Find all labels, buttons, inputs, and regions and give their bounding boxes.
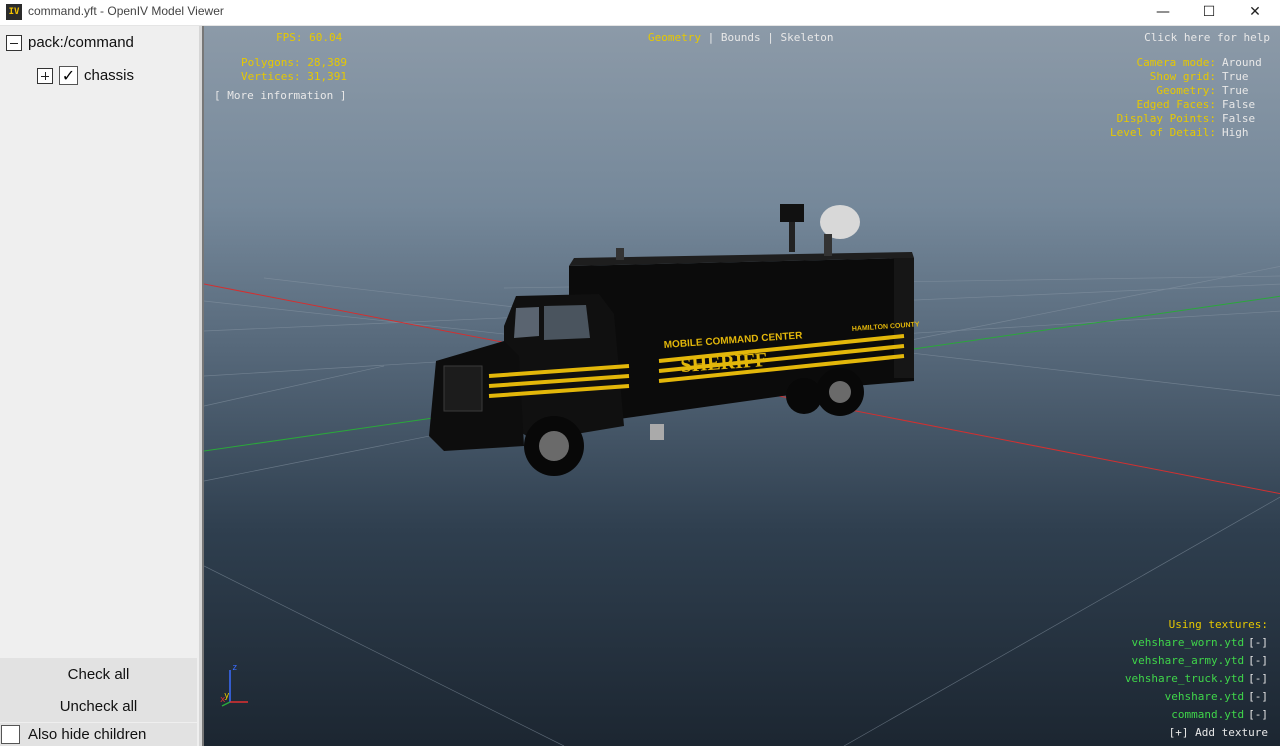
- help-link[interactable]: Click here for help: [1144, 31, 1270, 44]
- remove-texture-button[interactable]: [-]: [1248, 636, 1268, 649]
- openiv-app-icon: IV: [6, 4, 22, 20]
- maximize-button[interactable]: ☐: [1186, 0, 1232, 24]
- option-geometry[interactable]: Geometry: True: [1110, 84, 1260, 98]
- minimize-button[interactable]: —: [1140, 0, 1186, 24]
- polygons-readout: Polygons: 28,389: [241, 56, 347, 69]
- also-hide-children-checkbox[interactable]: [1, 725, 20, 744]
- remove-texture-button[interactable]: [-]: [1248, 654, 1268, 667]
- textures-title: Using textures:: [1168, 618, 1268, 631]
- option-camera-mode[interactable]: Camera mode: Around: [1110, 56, 1262, 70]
- mode-geometry[interactable]: Geometry: [648, 31, 701, 44]
- render-mode-selector: Geometry | Bounds | Skeleton: [648, 31, 834, 44]
- check-all-button[interactable]: Check all: [0, 658, 197, 690]
- also-hide-children-toggle[interactable]: Also hide children: [0, 723, 197, 746]
- axis-gizmo-icon: z y x: [220, 663, 248, 707]
- texture-item[interactable]: vehshare_worn.ytd [-]: [1125, 634, 1268, 652]
- texture-item[interactable]: command.ytd [-]: [1125, 706, 1268, 724]
- 3d-viewport[interactable]: MOBILE COMMAND CENTER SHERIFF HAMILTON C…: [202, 26, 1280, 746]
- fps-readout: FPS: 60.04: [276, 31, 343, 44]
- title-bar: IV command.yft - OpenIV Model Viewer — ☐…: [0, 0, 1280, 26]
- tree-root-node[interactable]: pack:/command: [6, 34, 134, 51]
- window-title: command.yft - OpenIV Model Viewer: [28, 4, 224, 18]
- tree-node-label[interactable]: chassis: [84, 67, 134, 84]
- vertices-readout: Vertices: 31,391: [241, 70, 347, 83]
- option-display-points[interactable]: Display Points: False: [1110, 112, 1260, 126]
- remove-texture-button[interactable]: [-]: [1248, 690, 1268, 703]
- close-button[interactable]: ✕: [1232, 0, 1278, 24]
- axis-x-label: x: [220, 695, 226, 705]
- remove-texture-button[interactable]: [-]: [1248, 708, 1268, 721]
- axis-z-label: z: [232, 663, 237, 673]
- mode-skeleton[interactable]: Skeleton: [780, 31, 833, 44]
- collapse-icon[interactable]: [6, 34, 22, 51]
- expand-icon[interactable]: [37, 67, 53, 84]
- model-tree-panel: pack:/command ✓ chassis Check all Unchec…: [0, 26, 202, 746]
- more-information-link[interactable]: [ More information ]: [214, 89, 346, 102]
- textures-panel: Using textures: vehshare_worn.ytd [-] veh…: [1125, 616, 1268, 742]
- add-texture-button[interactable]: [+] Add texture: [1125, 724, 1268, 742]
- option-show-grid[interactable]: Show grid: True: [1110, 70, 1260, 84]
- texture-item[interactable]: vehshare.ytd [-]: [1125, 688, 1268, 706]
- remove-texture-button[interactable]: [-]: [1248, 672, 1268, 685]
- chassis-visibility-checkbox[interactable]: ✓: [59, 66, 78, 85]
- option-edged-faces[interactable]: Edged Faces: False: [1110, 98, 1260, 112]
- mode-bounds[interactable]: Bounds: [721, 31, 761, 44]
- texture-item[interactable]: vehshare_truck.ytd [-]: [1125, 670, 1268, 688]
- texture-item[interactable]: vehshare_army.ytd [-]: [1125, 652, 1268, 670]
- also-hide-children-label[interactable]: Also hide children: [28, 726, 146, 743]
- tree-node-chassis[interactable]: ✓ chassis: [37, 66, 134, 85]
- uncheck-all-button[interactable]: Uncheck all: [0, 690, 197, 722]
- viewer-options: Camera mode: Around Show grid: True Geomet…: [1110, 56, 1262, 140]
- tree-root-label[interactable]: pack:/command: [28, 34, 134, 51]
- option-level-of-detail[interactable]: Level of Detail: High: [1110, 126, 1260, 140]
